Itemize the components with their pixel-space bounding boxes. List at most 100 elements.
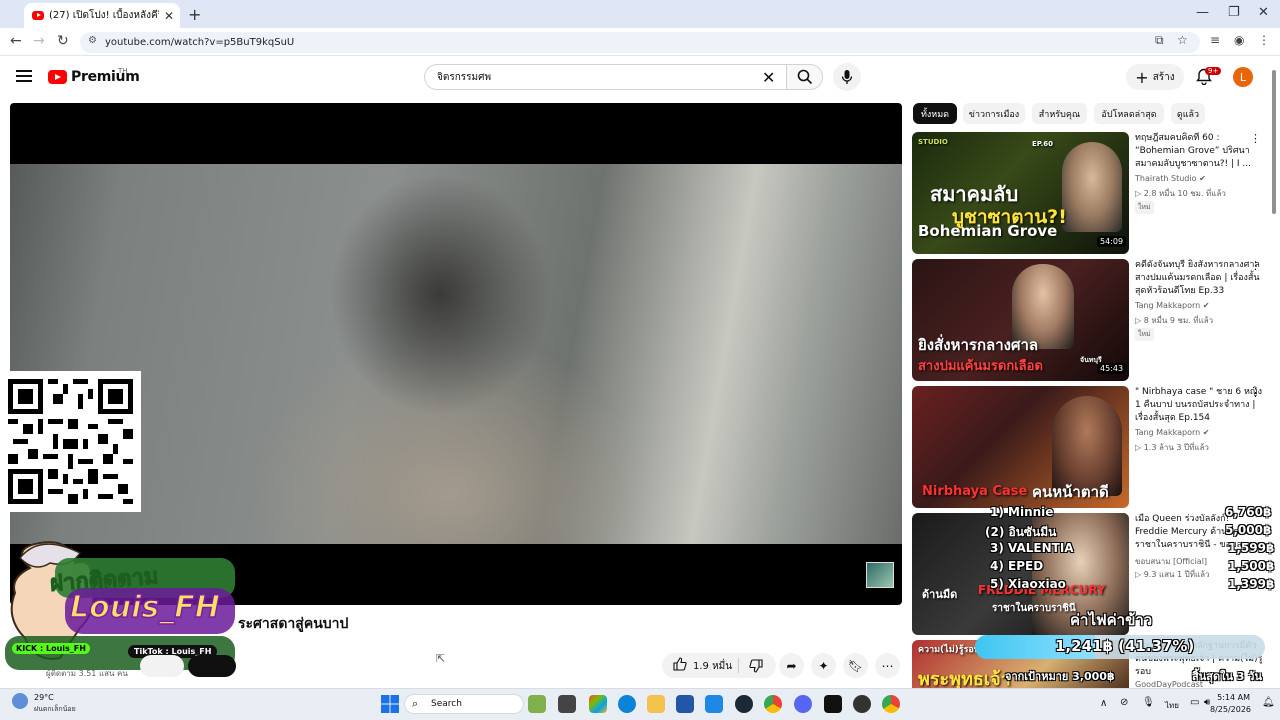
channel-name: ขอบสนาม [Official] xyxy=(1135,557,1208,566)
taskbar-store-icon[interactable] xyxy=(676,695,694,713)
tray-network-icon[interactable]: ⊘ xyxy=(1120,697,1128,708)
chip-recently-uploaded[interactable]: อัปโหลดล่าสุด xyxy=(1094,103,1164,124)
weather-rain-icon[interactable] xyxy=(12,693,28,709)
taskbar-outlook-icon[interactable] xyxy=(705,695,723,713)
video-player[interactable] xyxy=(10,103,902,605)
donor-name: 4) EPED xyxy=(990,559,1044,573)
taskbar-chrome-profile-icon[interactable] xyxy=(882,695,900,713)
logo-country-code: TH xyxy=(118,67,128,75)
rec-more-icon[interactable]: ⋮ xyxy=(1250,132,1261,145)
taskbar-steam-icon[interactable] xyxy=(735,695,753,713)
tray-mic-icon[interactable]: 🎙︎ xyxy=(1142,697,1155,708)
chip-label: ดูแล้ว xyxy=(1176,109,1200,120)
rec-title[interactable]: คดีดังจันทบุรี ยิงสั่งหารกลางศาล สางปมแค… xyxy=(1135,259,1265,298)
chip-all[interactable]: ทั้งหมด xyxy=(913,103,957,124)
thumbs-up-icon xyxy=(673,657,687,671)
taskbar-copilot-icon[interactable] xyxy=(589,695,607,713)
taskbar-obs-icon[interactable] xyxy=(853,695,871,713)
media-control-icon[interactable]: ≡ xyxy=(1210,33,1220,47)
rec-thumbnail[interactable]: STUDIO EP.60 สมาคมลับ บูชาซาตาน?! Bohemi… xyxy=(912,132,1129,254)
browser-menu-icon[interactable]: ⋮ xyxy=(1258,33,1270,47)
taskbar-clock-time[interactable]: 5:14 AM xyxy=(1210,693,1250,702)
account-avatar[interactable]: L xyxy=(1233,67,1253,87)
clear-search-icon[interactable]: ✕ xyxy=(762,68,775,87)
taskbar-clock-date[interactable]: 8/25/2026 xyxy=(1210,705,1251,714)
rec-channel[interactable]: ขอบสนาม [Official] xyxy=(1135,555,1207,568)
back-icon[interactable]: ← xyxy=(10,33,22,49)
rec-more-icon[interactable]: ⋮ xyxy=(1250,386,1261,399)
rec-thumbnail[interactable]: จันทบุรี ยิงสั่งหารกลางศาล สางปมแค้นมรดก… xyxy=(912,259,1129,381)
notification-center-icon[interactable]: 🔔︎ xyxy=(1262,697,1275,708)
taskbar-terminal-icon[interactable] xyxy=(558,695,576,713)
search-button[interactable] xyxy=(786,64,823,90)
voice-search-button[interactable] xyxy=(833,63,861,91)
donation-goal-label: ค่าไฟค่าข้าว xyxy=(1070,611,1153,629)
sparkle-icon: ✦ xyxy=(818,658,829,673)
rec-title[interactable]: " Nirbhaya case " ชาย 6 หญิง 1 คืนบาป บน… xyxy=(1135,386,1265,425)
share-button[interactable]: ➦ xyxy=(779,653,804,678)
forward-icon[interactable]: → xyxy=(33,33,45,49)
qr-code-icon xyxy=(8,379,133,504)
reload-icon[interactable]: ↻ xyxy=(57,33,69,49)
taskbar-discord-icon[interactable] xyxy=(794,695,812,713)
thumb-text: คนหน้าตาดี xyxy=(1032,483,1109,501)
tray-display-icon[interactable]: ▭ xyxy=(1190,697,1199,708)
save-button[interactable]: 🔖︎ xyxy=(843,653,868,678)
browser-tab[interactable]: (27) เปิดโปง! เบื้องหลังคีรี "บฯ ✕ xyxy=(24,3,180,28)
taskbar-search-icon: ⌕ xyxy=(412,697,419,710)
chip-for-you[interactable]: สำหรับคุณ xyxy=(1032,103,1087,124)
install-app-icon[interactable]: ⧉ xyxy=(1155,33,1164,48)
rec-channel[interactable]: Thairath Studio ✔︎ xyxy=(1135,174,1206,183)
bookmark-star-icon[interactable]: ☆ xyxy=(1177,33,1188,47)
taskbar-widget-icon[interactable] xyxy=(528,695,546,713)
video-frame xyxy=(10,164,902,544)
taskbar-chrome-icon[interactable] xyxy=(764,695,782,713)
input-language[interactable]: ไทย xyxy=(1165,699,1179,712)
subscribe-button[interactable] xyxy=(188,655,236,677)
rec-more-icon[interactable]: ⋮ xyxy=(1250,259,1261,272)
verified-icon: ✔︎ xyxy=(1202,301,1210,310)
video-title: ระศาสดาสู่คนบาป xyxy=(238,616,349,632)
rec-thumbnail[interactable]: Nirbhaya Case คนหน้าตาดี xyxy=(912,386,1129,508)
join-button[interactable] xyxy=(140,655,184,677)
address-bar[interactable]: youtube.com/watch?v=p5BuT9kqSuU xyxy=(80,32,1200,53)
rec-channel[interactable]: Tang Makkaporn ✔︎ xyxy=(1135,301,1209,310)
dislike-button[interactable] xyxy=(748,658,764,678)
chip-politics-news[interactable]: ข่าวการเมือง xyxy=(963,103,1025,124)
weather-temperature[interactable]: 29°C xyxy=(34,693,54,702)
like-divider xyxy=(738,658,739,673)
thumb-text: Bohemian Grove xyxy=(918,222,1058,240)
rec-title[interactable]: ทฤษฎีสมคบคิดที่ 60 : “Bohemian Grove” ปร… xyxy=(1135,132,1265,171)
chip-watched[interactable]: ดูแล้ว xyxy=(1171,103,1205,124)
tray-overflow-icon[interactable]: ∧ xyxy=(1100,698,1107,709)
create-button[interactable]: + สร้าง xyxy=(1126,64,1184,90)
hamburger-menu-icon[interactable] xyxy=(16,67,32,85)
thumb-text: พระพุทธเจ้า xyxy=(918,669,1011,688)
channel-name: Thairath Studio xyxy=(1135,174,1197,183)
search-input[interactable]: จิตรกรรมศพ xyxy=(424,64,786,90)
channel-watermark[interactable] xyxy=(866,562,894,588)
minimize-icon[interactable]: — xyxy=(1196,5,1209,20)
like-button[interactable] xyxy=(672,656,688,676)
thumb-text: ความ(ไม่)รู้รอบ xyxy=(918,645,980,655)
taskbar-file-explorer-icon[interactable] xyxy=(647,695,665,713)
streamer-name: Louis_FH xyxy=(69,589,220,626)
taskbar-capcut-icon[interactable] xyxy=(824,695,842,713)
tab-close-icon[interactable]: ✕ xyxy=(164,9,174,23)
donation-amount: 1,500฿ xyxy=(1228,559,1275,573)
rec-meta: ▷ 9.3 แสน 1 ปีที่แล้ว xyxy=(1135,570,1210,579)
taskbar-search-input[interactable]: Search xyxy=(404,694,524,714)
channel-name: Tang Makkaporn xyxy=(1135,301,1201,310)
profile-icon[interactable]: ◉ xyxy=(1234,33,1244,47)
ask-ai-button[interactable]: ✦ xyxy=(811,653,836,678)
donor-name: 5) Xiaoxiao xyxy=(990,577,1066,591)
more-actions-button[interactable]: ⋯ xyxy=(875,653,900,678)
restore-icon[interactable]: ❐ xyxy=(1228,5,1240,20)
rec-channel[interactable]: Tang Makkaporn ✔︎ xyxy=(1135,428,1209,437)
scrollbar-thumb[interactable] xyxy=(1272,70,1276,214)
windows-start-icon[interactable] xyxy=(381,695,399,713)
window-close-icon[interactable]: ✕ xyxy=(1258,5,1269,20)
new-tab-icon[interactable]: + xyxy=(188,5,201,24)
site-info-icon[interactable]: ⚙ xyxy=(88,35,97,46)
taskbar-edge-icon[interactable] xyxy=(618,695,636,713)
